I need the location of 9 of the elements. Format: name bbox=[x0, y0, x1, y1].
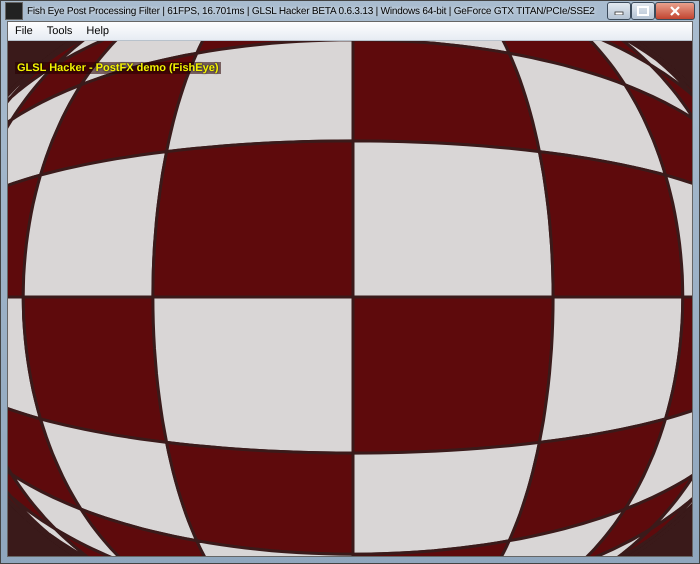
menu-item[interactable]: File bbox=[10, 24, 38, 38]
minimize-button[interactable] bbox=[607, 2, 631, 20]
maximize-icon bbox=[637, 6, 649, 16]
menu-item[interactable]: Help bbox=[81, 24, 114, 38]
window-title: Fish Eye Post Processing Filter | 61FPS, 16.701ms | GLSL Hacker BETA 0.6.3.13 | Windows 64-bit | GeForce GTX TITAN/PCIe/SSE2 bbox=[27, 6, 596, 16]
menu-item[interactable]: Tools bbox=[42, 24, 78, 38]
close-button[interactable] bbox=[655, 2, 695, 20]
close-icon bbox=[669, 6, 681, 16]
maximize-button[interactable] bbox=[631, 2, 655, 20]
